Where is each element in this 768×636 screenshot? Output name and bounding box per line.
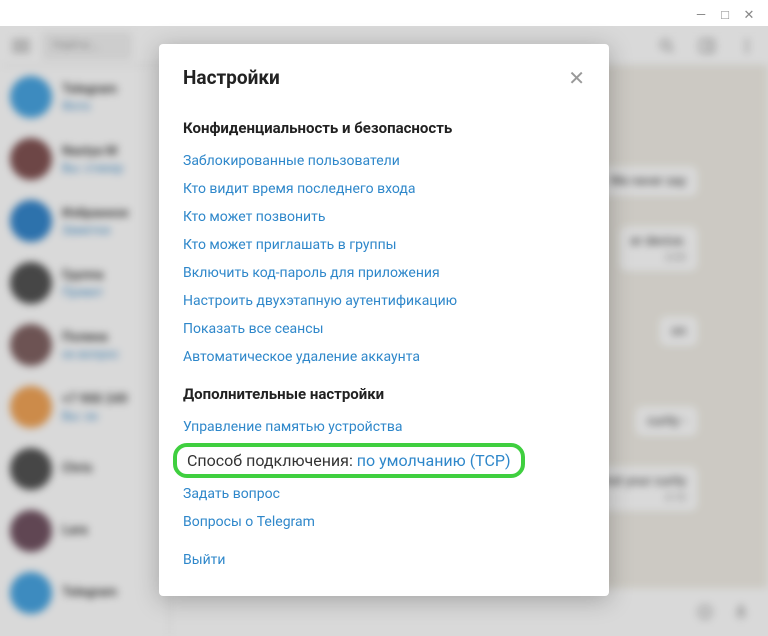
window-controls: — □ ✕ (682, 0, 768, 30)
window-close-button[interactable]: ✕ (742, 8, 756, 22)
close-icon[interactable]: ✕ (568, 68, 585, 88)
link-memory[interactable]: Управление памятью устройства (183, 413, 585, 441)
link-two-step[interactable]: Настроить двухэтапную аутентификацию (183, 287, 585, 315)
link-who-can-invite[interactable]: Кто может приглашать в группы (183, 231, 585, 259)
link-faq[interactable]: Вопросы о Telegram (183, 508, 585, 536)
settings-section-privacy: Конфиденциальность и безопасность Заблок… (159, 119, 609, 371)
section-title: Конфиденциальность и безопасность (183, 119, 585, 137)
connection-value: по умолчанию (TCP) (357, 451, 511, 470)
link-last-seen[interactable]: Кто видит время последнего входа (183, 175, 585, 203)
connection-label: Способ подключения: (187, 451, 357, 470)
settings-section-advanced: Дополнительные настройки Управление памя… (159, 385, 609, 574)
link-sessions[interactable]: Показать все сеансы (183, 315, 585, 343)
link-auto-delete[interactable]: Автоматическое удаление аккаунта (183, 343, 585, 371)
link-connection-type[interactable]: Способ подключения: по умолчанию (TCP) (173, 443, 525, 478)
minimize-button[interactable]: — (694, 8, 708, 22)
link-passcode[interactable]: Включить код-пароль для приложения (183, 259, 585, 287)
link-ask-question[interactable]: Задать вопрос (183, 480, 585, 508)
link-who-can-call[interactable]: Кто может позвонить (183, 203, 585, 231)
link-logout[interactable]: Выйти (183, 546, 585, 574)
maximize-button[interactable]: □ (718, 8, 732, 22)
settings-modal: Настройки ✕ Конфиденциальность и безопас… (159, 44, 609, 596)
modal-title: Настройки (183, 66, 280, 89)
link-blocked-users[interactable]: Заблокированные пользователи (183, 147, 585, 175)
section-title: Дополнительные настройки (183, 385, 585, 403)
